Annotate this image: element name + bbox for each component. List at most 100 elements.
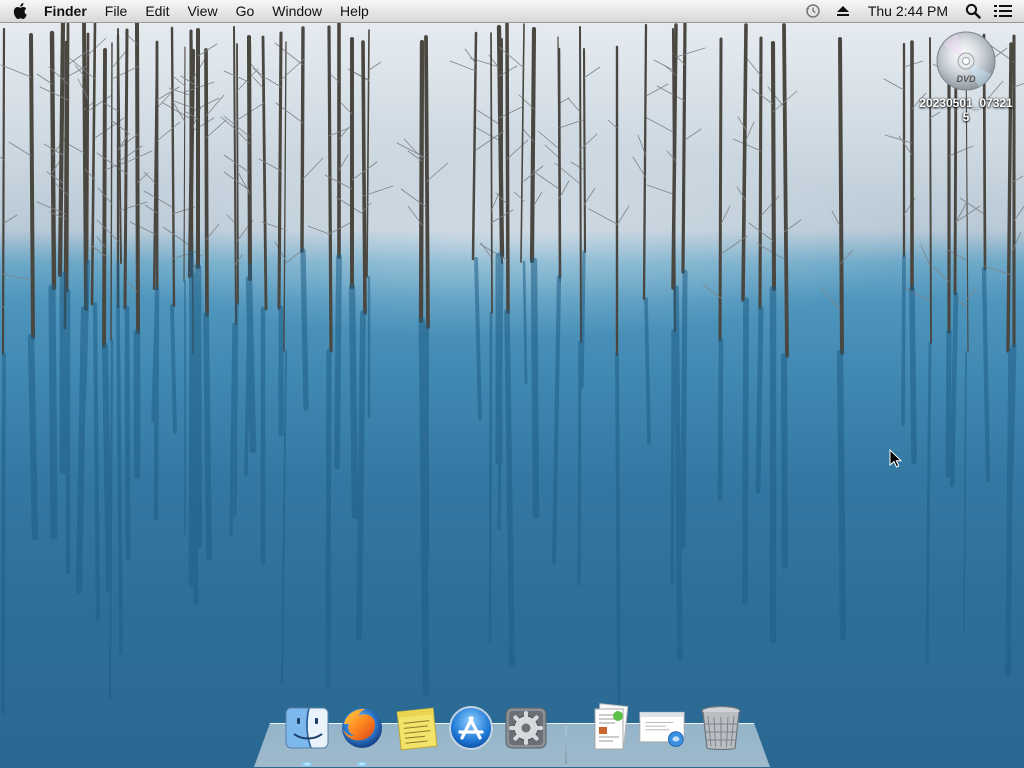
tree-reflection [1005,348,1014,677]
apple-menu-icon[interactable] [0,0,40,22]
tree-branch [675,47,706,58]
time-machine-icon[interactable] [798,0,828,22]
tree-branch [537,130,559,149]
menu-help[interactable]: Help [331,0,378,22]
dock-item-app-store[interactable] [447,704,495,752]
tree-reflection [644,297,651,445]
tree-reflection [116,305,123,655]
tree-trunk [782,23,789,358]
tree-branch [265,77,282,88]
tree-trunk [505,21,510,314]
tree-reflection [836,349,847,642]
tree-branch [223,171,250,191]
tree-branch [920,244,931,267]
tree-branch [126,150,153,163]
tree-reflection [670,329,675,586]
tree-reflection [673,285,683,660]
menu-bar: Finder File Edit View Go Window Help Thu… [0,0,1024,23]
dock [254,703,770,768]
tree-branch [533,191,543,206]
finder-icon [285,707,329,749]
tree-branch [948,145,974,157]
notification-list-icon[interactable] [988,0,1018,22]
menu-go[interactable]: Go [227,0,264,22]
tree-trunk [261,35,268,311]
tree-trunk [65,22,70,293]
menu-app-finder[interactable]: Finder [40,0,96,22]
documents-stack-icon [594,703,629,750]
tree-reflection [92,301,101,622]
menu-view[interactable]: View [178,0,226,22]
menu-file[interactable]: File [96,0,137,22]
tree-branch [171,249,201,260]
tree-branch [653,59,674,71]
tree-reflection [170,304,177,434]
tree-reflection [188,272,197,588]
menu-bar-clock[interactable]: Thu 2:44 PM [858,0,958,22]
tree-reflection [108,338,114,700]
tree-trunk [838,37,844,355]
tree-trunk [471,31,478,261]
tree-trunk [170,26,176,308]
tree-branch [474,126,503,143]
tree-branch [570,161,585,171]
dock-item-trash[interactable] [697,704,745,752]
tree-trunk [204,48,209,317]
tree-reflection [229,322,236,536]
tree-branch [252,76,264,89]
tree-reflection [949,291,959,488]
dock-item-finder[interactable] [283,704,331,752]
tree-reflection [901,254,906,426]
tree-branch [464,48,477,65]
tree-branch [583,66,601,79]
tree-trunk [758,36,763,310]
tree-branch [307,225,330,235]
firefox-icon [342,708,382,748]
dock-item-firefox[interactable] [338,704,386,752]
tree-reflection [474,257,482,420]
tree-branch [96,219,119,242]
tree-branch [205,119,227,139]
tree-trunk [718,37,723,342]
tree-trunk [187,48,196,279]
tree-branch [883,78,905,91]
tree-trunk [490,32,493,314]
tree-branch [129,221,158,236]
tree-reflection [615,353,621,704]
menu-edit[interactable]: Edit [136,0,178,22]
tree-branch [955,205,981,223]
dvd-disc-icon: DVD [936,31,996,91]
tree-branch [67,56,96,80]
tree-branch [760,195,780,217]
tree-trunk [418,39,425,324]
tree-reflection [717,337,724,502]
tree-reflection [300,248,309,411]
tree-trunk [283,41,287,352]
tree-reflection [909,286,917,464]
desktop-dvd-item[interactable]: DVD 20230501_073215 [916,30,1016,124]
tree-branch [745,121,755,141]
tree-reflection [522,260,528,385]
tree-trunk [642,23,648,301]
tree-branch [884,134,913,144]
menu-window[interactable]: Window [263,0,331,22]
tree-trunk [102,48,107,348]
tree-branch [117,201,148,212]
tree-reflection [742,297,749,605]
dock-item-downloads[interactable] [638,704,686,752]
stickies-icon [396,707,438,751]
spotlight-icon[interactable] [958,0,988,22]
tree-reflection [580,250,586,389]
dock-item-documents[interactable] [586,703,634,752]
tree-reflection [577,340,582,586]
tree-branch [898,135,913,156]
app-store-icon [449,706,493,750]
dock-item-stickies[interactable] [393,704,441,752]
tree-trunk [496,24,505,259]
dock-item-system-preferences[interactable] [502,704,550,752]
frozen-forest-trees [0,20,1024,715]
tree-branch [258,158,282,172]
dvd-label[interactable]: 20230501_073215 [918,96,1014,124]
tree-branch [117,133,139,150]
eject-icon[interactable] [828,0,858,22]
